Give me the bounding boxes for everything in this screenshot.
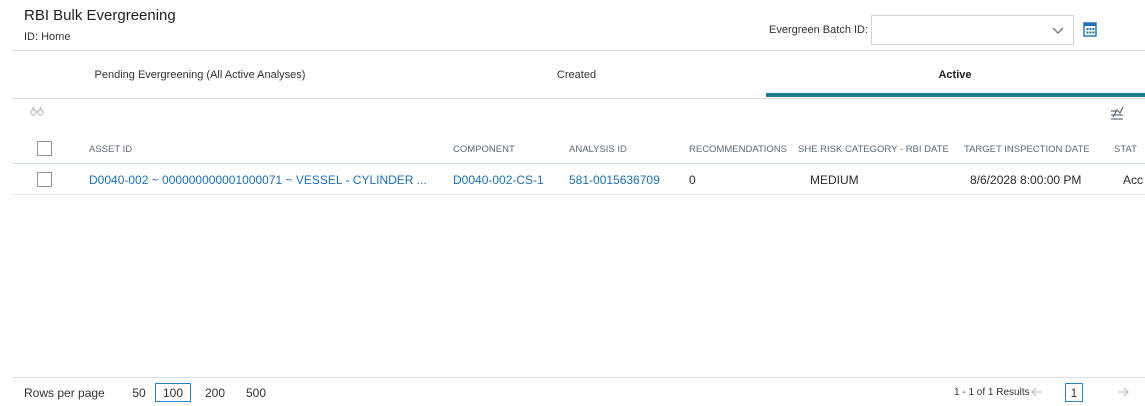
tab-active[interactable]: Active — [765, 51, 1145, 98]
status-value: Acc — [1123, 173, 1144, 187]
she-risk-value: MEDIUM — [810, 173, 859, 187]
recommendations-value: 0 — [689, 173, 696, 187]
page-size-500[interactable]: 500 — [240, 383, 272, 402]
page-subtitle: ID: Home — [24, 31, 71, 43]
column-settings-icon[interactable] — [1110, 106, 1124, 120]
batch-id-select[interactable] — [871, 15, 1074, 45]
page-title: RBI Bulk Evergreening — [24, 7, 176, 24]
grid-header: ASSET ID COMPONENT ANALYSIS ID RECOMMEND… — [12, 135, 1145, 164]
target-date-value: 8/6/2028 8:00:00 PM — [970, 173, 1082, 187]
select-all-checkbox[interactable] — [37, 141, 52, 156]
column-header-status[interactable]: STAT — [1114, 135, 1145, 163]
active-tab-indicator — [766, 93, 1145, 97]
page-size-50[interactable]: 50 — [127, 383, 151, 402]
column-header-recommendations[interactable]: RECOMMENDATIONS — [689, 135, 793, 163]
column-header-she-risk[interactable]: SHE RISK CATEGORY - RBI DATE — [798, 135, 958, 163]
table-row: D0040-002 ~ 000000000001000071 ~ VESSEL … — [12, 165, 1145, 195]
calendar-icon[interactable] — [1083, 21, 1097, 37]
column-header-asset-id[interactable]: ASSET ID — [89, 135, 449, 163]
arrow-right-icon[interactable] — [1116, 385, 1130, 399]
chevron-down-icon — [1052, 27, 1064, 34]
page-size-200[interactable]: 200 — [199, 383, 231, 402]
column-header-target-date[interactable]: TARGET INSPECTION DATE — [964, 135, 1108, 163]
rows-per-page-label: Rows per page — [24, 386, 105, 400]
binoculars-icon[interactable] — [30, 106, 44, 116]
analysis-id-link[interactable]: 581-0015636709 — [569, 165, 684, 195]
page-size-100[interactable]: 100 — [155, 383, 191, 402]
arrow-left-icon[interactable] — [1030, 385, 1044, 399]
tab-pending-evergreening[interactable]: Pending Evergreening (All Active Analyse… — [12, 51, 388, 98]
current-page-button[interactable]: 1 — [1065, 383, 1083, 402]
asset-id-link[interactable]: D0040-002 ~ 000000000001000071 ~ VESSEL … — [89, 165, 449, 195]
footer-divider — [12, 377, 1145, 378]
component-link[interactable]: D0040-002-CS-1 — [453, 165, 563, 195]
page-header: RBI Bulk Evergreening ID: Home Evergreen… — [0, 0, 1145, 50]
column-header-component[interactable]: COMPONENT — [453, 135, 563, 163]
column-header-analysis-id[interactable]: ANALYSIS ID — [569, 135, 679, 163]
batch-id-label: Evergreen Batch ID: — [769, 24, 869, 36]
tab-created[interactable]: Created — [388, 51, 765, 98]
tab-bar: Pending Evergreening (All Active Analyse… — [12, 51, 1145, 98]
results-count: 1 - 1 of 1 Results — [954, 387, 1030, 398]
tabs-divider — [12, 98, 1145, 99]
row-checkbox[interactable] — [37, 172, 52, 187]
